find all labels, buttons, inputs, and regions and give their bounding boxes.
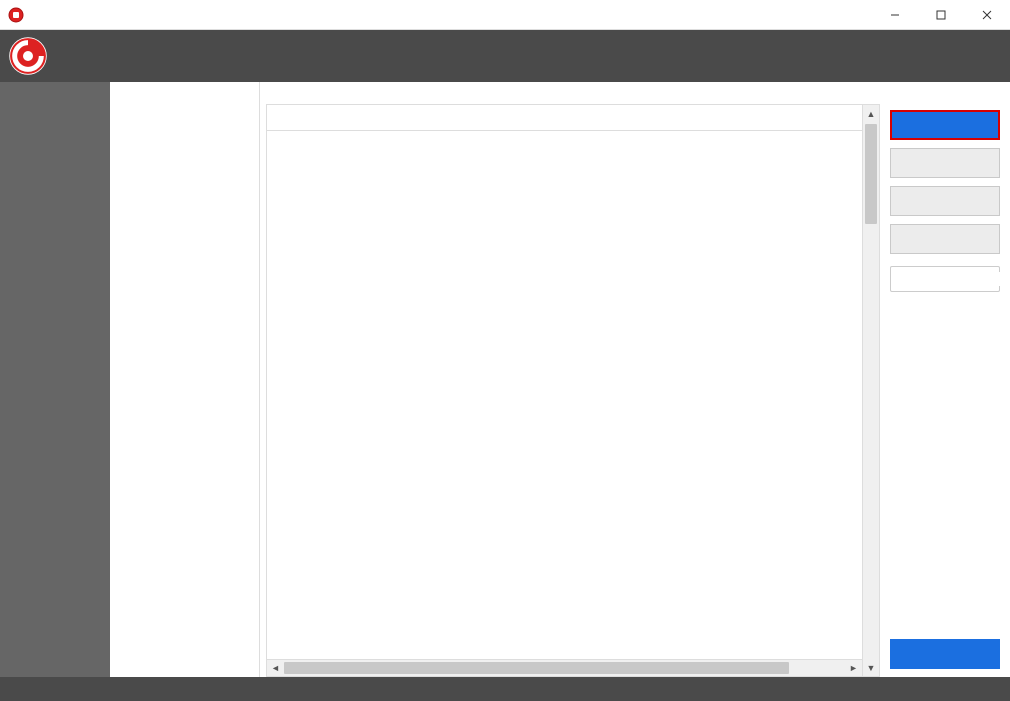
search-box[interactable]	[890, 266, 1000, 292]
window-titlebar	[0, 0, 1010, 30]
maximize-button[interactable]	[918, 0, 964, 30]
actions-panel	[880, 104, 1010, 677]
tools-subnav	[110, 82, 260, 677]
save-to-file-button[interactable]	[890, 639, 1000, 669]
uninstall-button[interactable]	[890, 110, 1000, 140]
minimize-button[interactable]	[872, 0, 918, 30]
left-nav	[0, 82, 110, 677]
table-header	[267, 105, 862, 131]
search-input[interactable]	[901, 272, 1010, 286]
repair-button[interactable]	[890, 148, 1000, 178]
scroll-up-icon[interactable]: ▲	[863, 105, 879, 122]
rename-button[interactable]	[890, 186, 1000, 216]
programs-table: ◄ ► ▲ ▼	[266, 104, 880, 677]
vertical-scrollbar[interactable]: ▲ ▼	[862, 105, 879, 676]
delete-button[interactable]	[890, 224, 1000, 254]
ccleaner-logo-icon	[8, 36, 48, 76]
app-header	[0, 30, 1010, 82]
scroll-right-icon[interactable]: ►	[845, 663, 862, 673]
app-icon	[8, 7, 24, 23]
hscroll-thumb[interactable]	[284, 662, 789, 674]
scroll-down-icon[interactable]: ▼	[863, 659, 879, 676]
horizontal-scrollbar[interactable]: ◄ ►	[267, 659, 862, 676]
instruction-text	[260, 82, 1010, 104]
content-area: ◄ ► ▲ ▼	[260, 82, 1010, 677]
table-body[interactable]	[267, 131, 862, 659]
close-button[interactable]	[964, 0, 1010, 30]
vscroll-thumb[interactable]	[865, 124, 877, 224]
footer	[0, 677, 1010, 701]
scroll-left-icon[interactable]: ◄	[267, 663, 284, 673]
